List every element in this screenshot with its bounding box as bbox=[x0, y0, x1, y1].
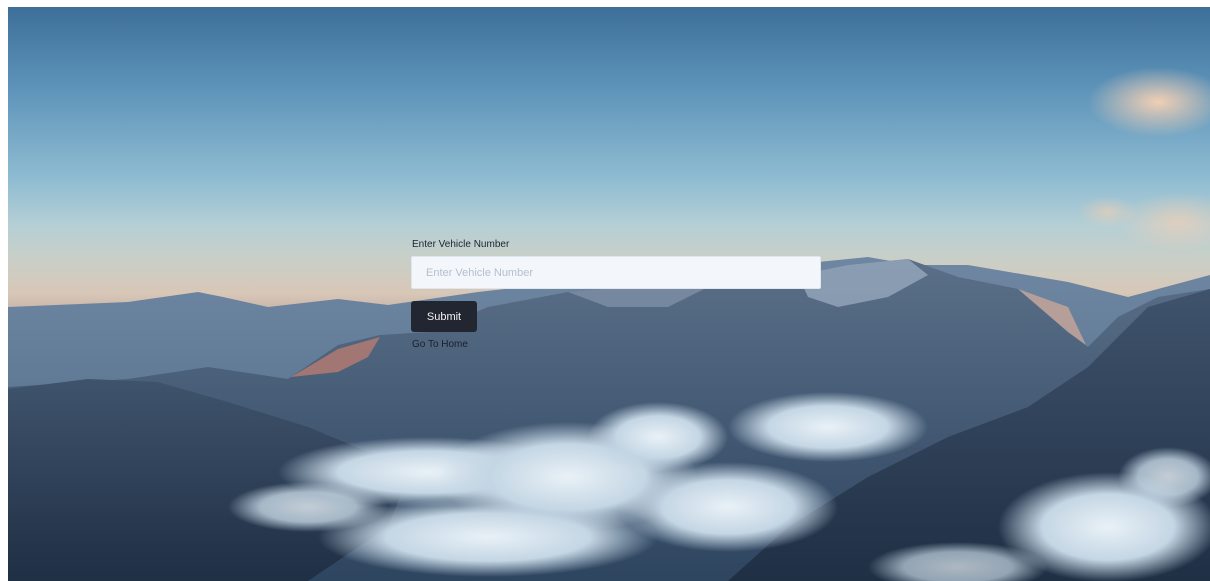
go-to-home-link[interactable]: Go To Home bbox=[412, 339, 468, 351]
vehicle-form: Enter Vehicle Number Submit Go To Home bbox=[411, 239, 823, 352]
vehicle-number-label: Enter Vehicle Number bbox=[412, 239, 510, 250]
vehicle-number-input[interactable] bbox=[411, 256, 821, 289]
page-frame: Enter Vehicle Number Submit Go To Home bbox=[8, 7, 1210, 581]
submit-button[interactable]: Submit bbox=[411, 301, 477, 332]
